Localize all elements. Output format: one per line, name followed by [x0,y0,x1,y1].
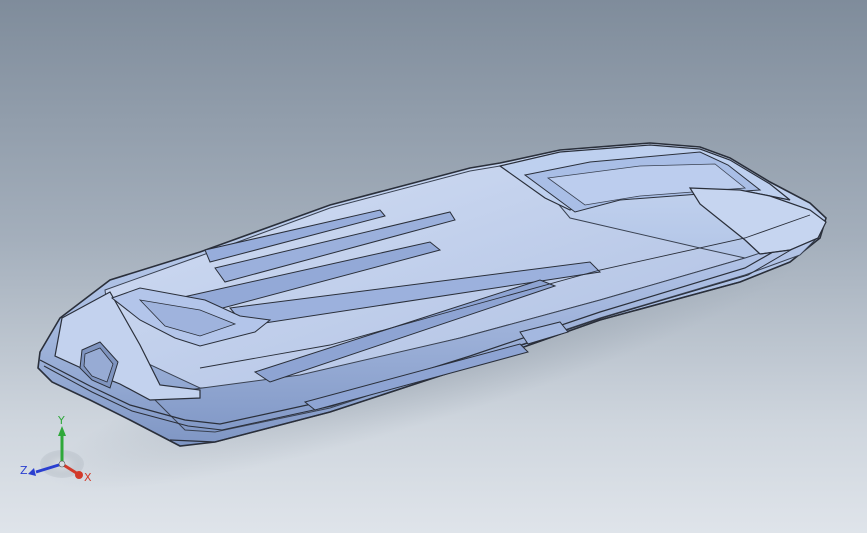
z-axis-label: Z [20,464,28,477]
z-axis-arrowhead [28,468,36,476]
roof-box-3d-model[interactable] [0,0,867,533]
x-axis-arrowhead [75,471,83,479]
orientation-triad: Y X Z [20,414,92,484]
triad-origin [58,460,66,468]
graphics-viewport[interactable]: Y X Z [0,0,867,533]
y-axis-arrowhead [58,426,66,436]
y-axis-label: Y [57,414,65,427]
x-axis-label: X [84,471,92,484]
